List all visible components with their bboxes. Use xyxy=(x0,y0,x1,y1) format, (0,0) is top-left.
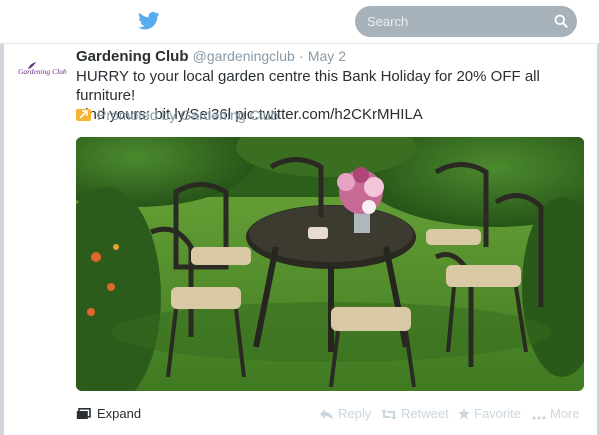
favorite-button[interactable]: Favorite xyxy=(458,406,521,421)
twitter-bird-icon[interactable] xyxy=(138,11,160,31)
reply-label: Reply xyxy=(338,406,372,421)
retweet-button[interactable]: Retweet xyxy=(381,406,449,421)
top-bar: Search xyxy=(0,0,599,43)
promoted-label[interactable]: Promoted by Gardening Club xyxy=(76,107,278,123)
reply-button[interactable]: Reply xyxy=(320,406,371,421)
retweet-icon xyxy=(381,409,397,420)
search-placeholder: Search xyxy=(367,14,409,29)
favorite-label: Favorite xyxy=(474,406,521,421)
avatar[interactable]: Gardening Club xyxy=(18,62,67,84)
author-handle[interactable]: @gardeningclub xyxy=(193,48,295,64)
avatar-logo-text: Gardening Club xyxy=(18,67,67,76)
star-icon xyxy=(458,408,470,420)
more-button[interactable]: More xyxy=(532,406,580,421)
magnifier-icon[interactable] xyxy=(554,14,568,28)
promoted-text: Promoted by Gardening Club xyxy=(97,107,279,123)
promoted-arrow-icon xyxy=(76,109,91,121)
separator: · xyxy=(299,48,304,64)
media-icon xyxy=(76,408,91,423)
search-input[interactable]: Search xyxy=(355,6,577,37)
top-divider xyxy=(0,43,599,44)
tweet-actions: Expand Reply Retweet Favorite More xyxy=(76,404,586,424)
tweet-text-line-1: HURRY to your local garden centre this B… xyxy=(76,68,540,104)
retweet-label: Retweet xyxy=(401,406,449,421)
reply-icon xyxy=(320,409,333,420)
more-dots-icon xyxy=(532,416,546,420)
author-name[interactable]: Gardening Club xyxy=(76,48,189,65)
more-label: More xyxy=(550,406,580,421)
tweet-date[interactable]: May 2 xyxy=(308,48,346,64)
left-border xyxy=(0,43,4,435)
expand-label: Expand xyxy=(97,406,142,421)
expand-button[interactable]: Expand xyxy=(76,406,141,423)
tweet-header: Gardening Club @gardeningclub · May 2 xyxy=(76,48,346,65)
garden-furniture-photo[interactable] xyxy=(76,137,584,391)
